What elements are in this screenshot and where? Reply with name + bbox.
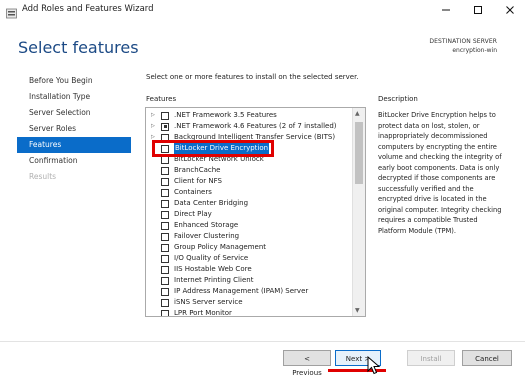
feature-label: Data Center Bridging (174, 199, 249, 207)
feature-label: .NET Framework 3.5 Features (174, 111, 277, 119)
feature-row[interactable]: IP Address Management (IPAM) Server (146, 286, 351, 297)
feature-label: .NET Framework 4.6 Features (2 of 7 inst… (174, 122, 337, 130)
feature-label: IP Address Management (IPAM) Server (174, 287, 309, 295)
feature-checkbox[interactable] (161, 210, 169, 219)
feature-row[interactable]: Enhanced Storage (146, 220, 351, 231)
feature-checkbox[interactable] (161, 155, 169, 164)
nav-item-features[interactable]: Features (17, 137, 131, 153)
wizard-nav: Before You Begin Installation Type Serve… (17, 73, 131, 185)
minimize-icon[interactable] (431, 0, 461, 20)
feature-row[interactable]: BitLocker Drive Encryption (146, 143, 351, 154)
feature-label: Client for NFS (174, 177, 222, 185)
footer-divider (0, 341, 525, 342)
scroll-down-icon[interactable]: ▼ (355, 307, 360, 314)
feature-row[interactable]: Group Policy Management (146, 242, 351, 253)
install-button: Install (407, 350, 455, 366)
feature-checkbox[interactable] (161, 265, 169, 274)
feature-row[interactable]: Client for NFS (146, 176, 351, 187)
features-scrollbar[interactable]: ▲ ▼ (352, 108, 365, 316)
destination-server-name: encryption-win (452, 47, 497, 54)
feature-label: Enhanced Storage (174, 221, 239, 229)
feature-checkbox[interactable] (161, 188, 169, 197)
feature-checkbox[interactable] (161, 177, 169, 186)
previous-button[interactable]: < Previous (283, 350, 331, 377)
feature-label: BranchCache (174, 166, 221, 174)
feature-label: BitLocker Drive Encryption (174, 143, 270, 154)
feature-row[interactable]: ▷ .NET Framework 4.6 Features (2 of 7 ins… (146, 121, 351, 132)
feature-checkbox[interactable] (161, 243, 169, 252)
feature-label: I/O Quality of Service (174, 254, 249, 262)
cancel-button[interactable]: Cancel (462, 350, 512, 366)
server-manager-icon (6, 4, 17, 19)
feature-checkbox[interactable] (161, 166, 169, 175)
feature-label: IIS Hostable Web Core (174, 265, 252, 273)
feature-row[interactable]: I/O Quality of Service (146, 253, 351, 264)
feature-row[interactable]: ▷ Background Intelligent Transfer Service… (146, 132, 351, 143)
feature-checkbox[interactable] (161, 133, 169, 142)
feature-row[interactable]: ▷ .NET Framework 3.5 Features (146, 110, 351, 121)
feature-checkbox[interactable] (161, 254, 169, 263)
feature-row[interactable]: Containers (146, 187, 351, 198)
expand-arrow-icon[interactable]: ▷ (151, 110, 157, 121)
feature-checkbox[interactable] (161, 122, 169, 131)
feature-row[interactable]: BranchCache (146, 165, 351, 176)
page-title: Select features (18, 38, 139, 57)
expand-arrow-icon[interactable]: ▷ (151, 132, 157, 143)
nav-item-confirmation[interactable]: Confirmation (17, 153, 131, 169)
features-list[interactable]: ▷ .NET Framework 3.5 Features ▷ .NET Framew… (145, 107, 366, 317)
feature-row[interactable]: Failover Clustering (146, 231, 351, 242)
feature-row[interactable]: Direct Play (146, 209, 351, 220)
feature-checkbox[interactable] (161, 232, 169, 241)
instruction-text: Select one or more features to install o… (146, 73, 359, 81)
feature-label: Background Intelligent Transfer Service … (174, 133, 336, 141)
nav-item-server-selection[interactable]: Server Selection (17, 105, 131, 121)
feature-row[interactable]: Internet Printing Client (146, 275, 351, 286)
feature-checkbox[interactable] (161, 287, 169, 296)
description-text: BitLocker Drive Encryption helps to prot… (378, 111, 502, 235)
close-icon[interactable] (495, 0, 525, 20)
feature-checkbox[interactable] (161, 221, 169, 230)
feature-checkbox[interactable] (161, 199, 169, 208)
window-title: Add Roles and Features Wizard (22, 4, 154, 14)
features-list-items: ▷ .NET Framework 3.5 Features ▷ .NET Framew… (146, 110, 351, 317)
feature-label: Failover Clustering (174, 232, 240, 240)
nav-item-before-you-begin[interactable]: Before You Begin (17, 73, 131, 89)
feature-label: iSNS Server service (174, 298, 243, 306)
scroll-up-icon[interactable]: ▲ (355, 110, 360, 117)
feature-checkbox[interactable] (161, 144, 169, 153)
feature-checkbox[interactable] (161, 111, 169, 120)
feature-row[interactable]: IIS Hostable Web Core (146, 264, 351, 275)
feature-checkbox[interactable] (161, 276, 169, 285)
feature-label: BitLocker Network Unlock (174, 155, 264, 163)
nav-item-installation-type[interactable]: Installation Type (17, 89, 131, 105)
feature-label: Internet Printing Client (174, 276, 254, 284)
feature-label: Direct Play (174, 210, 212, 218)
maximize-icon[interactable] (463, 0, 493, 20)
feature-label: Containers (174, 188, 212, 196)
feature-checkbox[interactable] (161, 309, 169, 316)
feature-row[interactable]: BitLocker Network Unlock (146, 154, 351, 165)
destination-server-label: DESTINATION SERVER (429, 38, 497, 45)
features-heading: Features (146, 95, 177, 103)
feature-row[interactable]: Data Center Bridging (146, 198, 351, 209)
scroll-thumb[interactable] (355, 122, 363, 184)
feature-row[interactable]: iSNS Server service (146, 297, 351, 308)
feature-row[interactable]: LPR Port Monitor (146, 308, 351, 317)
mouse-cursor-icon (367, 355, 381, 379)
description-heading: Description (378, 95, 418, 103)
feature-label: Group Policy Management (174, 243, 267, 251)
nav-item-results: Results (29, 172, 57, 181)
title-bar[interactable]: Add Roles and Features Wizard (0, 0, 525, 20)
wizard-window: Add Roles and Features Wizard Select fea… (0, 0, 525, 377)
feature-checkbox[interactable] (161, 298, 169, 307)
nav-item-server-roles[interactable]: Server Roles (17, 121, 131, 137)
expand-arrow-icon[interactable]: ▷ (151, 121, 157, 132)
feature-label: LPR Port Monitor (174, 309, 232, 317)
